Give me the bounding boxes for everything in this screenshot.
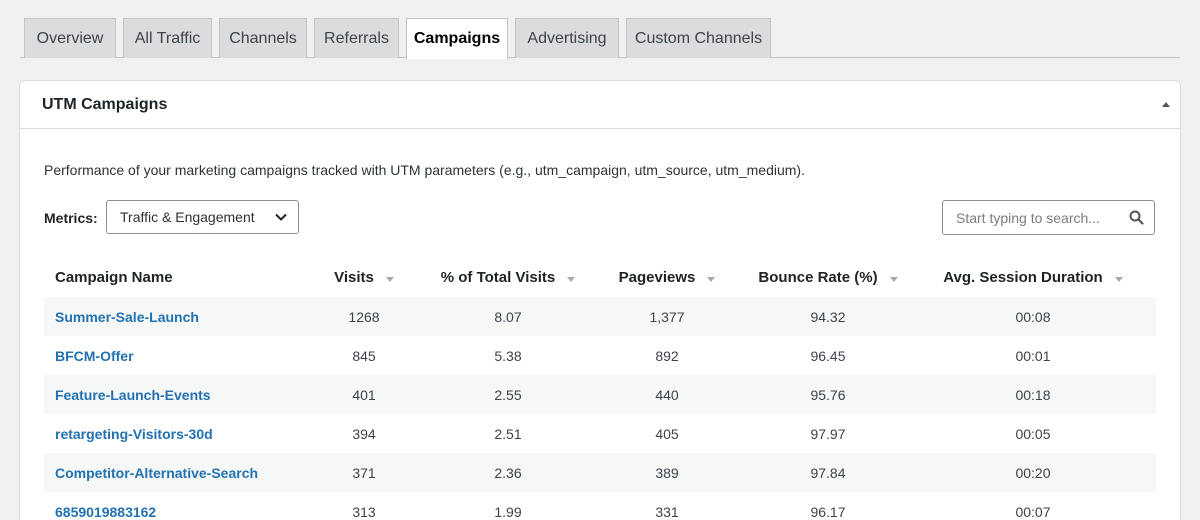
- pageviews-cell: 405: [655, 425, 679, 442]
- column-header-visits[interactable]: Visits: [300, 257, 428, 297]
- pct-total-cell: 1.99: [494, 503, 522, 520]
- metrics-select[interactable]: Traffic & Engagement: [106, 200, 299, 234]
- visits-cell: 401: [352, 386, 376, 403]
- tab-all-traffic[interactable]: All Traffic: [123, 18, 212, 58]
- pct-total-cell: 2.51: [494, 425, 522, 442]
- search-input[interactable]: [943, 201, 1123, 234]
- bounce-rate-cell: 96.45: [810, 347, 846, 364]
- search-icon[interactable]: [1129, 210, 1144, 225]
- bounce-rate-cell: 95.76: [810, 386, 846, 403]
- tab-bar: Overview All Traffic Channels Referrals …: [20, 18, 1180, 59]
- tab-referrals[interactable]: Referrals: [314, 18, 399, 58]
- duration-cell: 00:01: [1015, 347, 1051, 364]
- panel-description: Performance of your marketing campaigns …: [44, 162, 805, 178]
- sort-arrow-icon: [889, 277, 898, 283]
- duration-cell: 00:18: [1015, 386, 1051, 403]
- table-row: Competitor-Alternative-Search 371 2.36 3…: [44, 453, 1156, 492]
- pct-total-cell: 2.55: [494, 386, 522, 403]
- campaign-link[interactable]: retargeting-Visitors-30d: [55, 426, 213, 442]
- visits-cell: 394: [352, 425, 376, 442]
- pct-total-cell: 2.36: [494, 464, 522, 481]
- pageviews-cell: 1,377: [649, 308, 685, 325]
- visits-cell: 845: [352, 347, 376, 364]
- visits-cell: 1268: [348, 308, 380, 325]
- panel-header: UTM Campaigns: [20, 81, 1180, 129]
- bounce-rate-cell: 97.97: [810, 425, 846, 442]
- metrics-label: Metrics:: [44, 210, 98, 226]
- utm-campaigns-panel: UTM Campaigns Performance of your market…: [19, 80, 1181, 520]
- pct-total-cell: 8.07: [494, 308, 522, 325]
- search-box: [942, 200, 1155, 235]
- pageviews-cell: 892: [655, 347, 679, 364]
- panel-title: UTM Campaigns: [42, 96, 168, 113]
- bounce-rate-cell: 94.32: [810, 308, 846, 325]
- pageviews-cell: 440: [655, 386, 679, 403]
- duration-cell: 00:08: [1015, 308, 1051, 325]
- campaign-link[interactable]: BFCM-Offer: [55, 348, 134, 364]
- pageviews-cell: 331: [655, 503, 679, 520]
- visits-cell: 313: [352, 503, 376, 520]
- table-header-row: Campaign Name Visits % of Total Visits P…: [44, 257, 1156, 297]
- tab-channels[interactable]: Channels: [219, 18, 307, 58]
- tab-campaigns[interactable]: Campaigns: [406, 18, 508, 59]
- sort-arrow-icon: [567, 277, 576, 283]
- campaign-link[interactable]: Competitor-Alternative-Search: [55, 465, 258, 481]
- table-row: Feature-Launch-Events 401 2.55 440 95.76…: [44, 375, 1156, 414]
- chevron-down-icon: [275, 213, 287, 221]
- sort-arrow-icon: [1114, 277, 1123, 283]
- tab-custom-channels[interactable]: Custom Channels: [626, 18, 771, 58]
- table-row: retargeting-Visitors-30d 394 2.51 405 97…: [44, 414, 1156, 453]
- duration-cell: 00:07: [1015, 503, 1051, 520]
- sort-arrow-icon: [707, 277, 716, 283]
- table-row: 6859019883162 313 1.99 331 96.17 00:07: [44, 492, 1156, 520]
- visits-cell: 371: [352, 464, 376, 481]
- column-header-campaign-name[interactable]: Campaign Name: [44, 257, 300, 297]
- column-header-pct-total-visits[interactable]: % of Total Visits: [428, 257, 588, 297]
- column-header-avg-session-duration[interactable]: Avg. Session Duration: [910, 257, 1156, 297]
- table-row: BFCM-Offer 845 5.38 892 96.45 00:01: [44, 336, 1156, 375]
- column-header-pageviews[interactable]: Pageviews: [588, 257, 746, 297]
- tab-advertising[interactable]: Advertising: [515, 18, 619, 58]
- campaigns-table: Campaign Name Visits % of Total Visits P…: [44, 257, 1156, 520]
- campaign-link[interactable]: 6859019883162: [55, 504, 156, 520]
- column-header-bounce-rate[interactable]: Bounce Rate (%): [746, 257, 910, 297]
- tab-overview[interactable]: Overview: [24, 18, 116, 58]
- pageviews-cell: 389: [655, 464, 679, 481]
- duration-cell: 00:05: [1015, 425, 1051, 442]
- bounce-rate-cell: 97.84: [810, 464, 846, 481]
- duration-cell: 00:20: [1015, 464, 1051, 481]
- sort-arrow-icon: [385, 277, 394, 283]
- triangle-up-icon[interactable]: [1160, 99, 1172, 111]
- campaign-link[interactable]: Summer-Sale-Launch: [55, 309, 199, 325]
- table-row: Summer-Sale-Launch 1268 8.07 1,377 94.32…: [44, 297, 1156, 336]
- pct-total-cell: 5.38: [494, 347, 522, 364]
- bounce-rate-cell: 96.17: [810, 503, 846, 520]
- campaign-link[interactable]: Feature-Launch-Events: [55, 387, 211, 403]
- metrics-selected-value: Traffic & Engagement: [120, 209, 255, 225]
